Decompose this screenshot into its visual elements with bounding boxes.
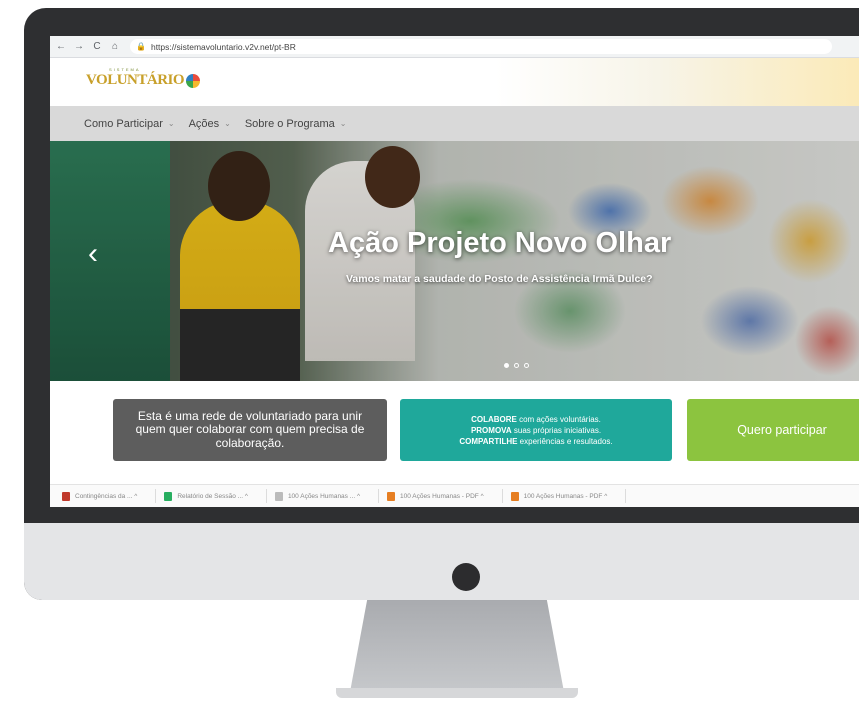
download-item-label: Contingências da ... ^ [75, 492, 138, 500]
chevron-down-icon: ⌄ [167, 119, 175, 128]
pdf-icon [510, 491, 519, 501]
hero-carousel: ‹ Ação Projeto Novo Olhar Vamos matar a … [50, 141, 859, 381]
carousel-prev-icon[interactable]: ‹ [88, 237, 98, 271]
reload-icon[interactable]: C [90, 41, 104, 52]
colabore-label: COLABORE [471, 414, 517, 424]
hero-overlay [50, 141, 859, 381]
carousel-dots [504, 363, 529, 368]
download-item[interactable]: 100 Ações Humanas - PDF ^ [510, 489, 627, 503]
nav-item-label: Ações [188, 117, 220, 130]
lock-icon: 🔒 [136, 42, 146, 51]
file-icon [62, 491, 70, 501]
nav-item-sobre-programa[interactable]: Sobre o Programa ⌄ [245, 118, 347, 130]
monitor-base [336, 688, 578, 698]
logo-tagline: SISTEMA [109, 67, 141, 72]
compartilhe-label: COMPARTILHE [459, 436, 518, 446]
home-icon[interactable]: ⌂ [108, 41, 122, 52]
flower-icon [186, 73, 201, 88]
info-box-network: Esta é uma rede de voluntariado para uni… [113, 399, 387, 461]
site-header: SISTEMA VOLUNTÁRIO [50, 58, 859, 106]
download-item[interactable]: Relatório de Sessão ... ^ [164, 489, 267, 503]
downloads-bar: Contingências da ... ^ Relatório de Sess… [50, 484, 859, 507]
download-item[interactable]: Contingências da ... ^ [62, 489, 157, 503]
chevron-down-icon: ⌄ [224, 119, 231, 128]
hero-subtitle: Vamos matar a saudade do Posto de Assist… [346, 273, 653, 285]
download-item[interactable]: 100 Ações Humanas - PDF ^ [387, 489, 503, 503]
nav-item-label: Sobre o Programa [244, 117, 335, 130]
monitor-logo-dot [452, 563, 480, 591]
participate-button-label: Quero participar [737, 423, 827, 437]
download-item-label: 100 Ações Humanas - PDF ^ [400, 492, 484, 500]
info-box-actions: COLABORE com ações voluntárias. PROMOVA … [400, 399, 672, 461]
file-icon [164, 491, 173, 501]
promova-text: suas próprias iniciativas. [511, 425, 602, 435]
monitor-chin [24, 523, 859, 600]
compartilhe-text: experiências e resultados. [517, 436, 613, 446]
download-item-label: 100 Ações Humanas ... ^ [287, 492, 360, 500]
browser-window: ← → C ⌂ 🔒 https://sistemavoluntario.v2v.… [50, 36, 859, 507]
carousel-dot[interactable] [514, 363, 519, 368]
main-nav: Como Participar ⌄ Ações ⌄ Sobre o Progra… [50, 106, 859, 141]
info-box-network-text: Esta é uma rede de voluntariado para uni… [135, 408, 365, 450]
url-text[interactable]: https://sistemavoluntario.v2v.net/pt-BR [151, 42, 296, 52]
carousel-dot[interactable] [524, 363, 529, 368]
file-icon [274, 491, 283, 501]
monitor-stand [350, 600, 564, 692]
forward-icon[interactable]: → [72, 41, 86, 52]
chevron-down-icon: ⌄ [339, 119, 347, 128]
download-item[interactable]: 100 Ações Humanas ... ^ [274, 489, 379, 503]
pdf-icon [387, 491, 395, 501]
participate-button[interactable]: Quero participar [687, 399, 859, 461]
monitor-frame: ← → C ⌂ 🔒 https://sistemavoluntario.v2v.… [24, 8, 859, 600]
download-item-label: Relatório de Sessão ... ^ [177, 492, 248, 500]
promova-label: PROMOVA [470, 425, 512, 435]
download-item-label: 100 Ações Humanas - PDF ^ [523, 492, 608, 500]
site-logo[interactable]: SISTEMA VOLUNTÁRIO [86, 67, 201, 89]
hero-title: Ação Projeto Novo Olhar [328, 227, 672, 259]
nav-item-acoes[interactable]: Ações ⌄ [189, 118, 231, 130]
browser-toolbar: ← → C ⌂ 🔒 https://sistemavoluntario.v2v.… [50, 36, 859, 58]
address-bar[interactable]: 🔒 https://sistemavoluntario.v2v.net/pt-B… [130, 39, 832, 54]
back-icon[interactable]: ← [54, 41, 68, 52]
colabore-text: com ações voluntárias. [516, 414, 601, 424]
logo-text: VOLUNTÁRIO [86, 72, 185, 88]
nav-item-como-participar[interactable]: Como Participar ⌄ [84, 118, 175, 130]
nav-item-label: Como Participar [84, 117, 163, 130]
carousel-dot[interactable] [504, 363, 509, 368]
